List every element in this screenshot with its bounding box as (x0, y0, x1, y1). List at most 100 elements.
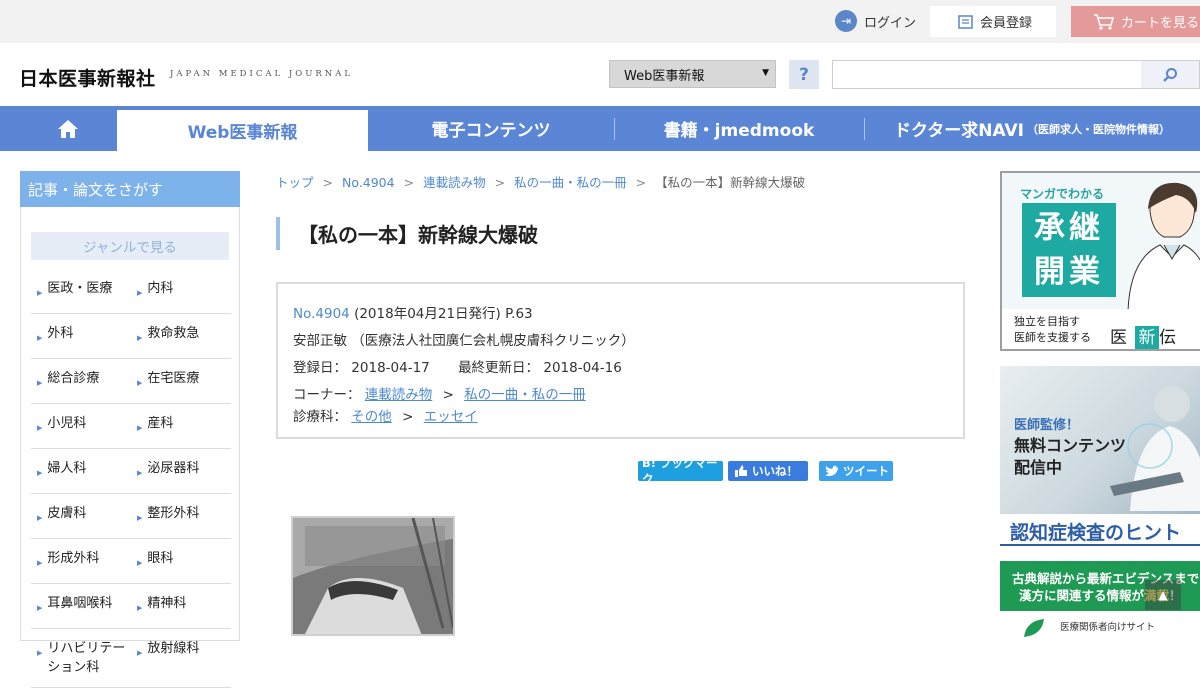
genre-row: ▶ 耳鼻咽喉科 ▶ 精神科 (31, 584, 231, 629)
ad1-line1: 独立を目指す (1014, 315, 1080, 328)
help-button[interactable]: ? (789, 60, 819, 89)
site-logo-subtitle: JAPAN MEDICAL JOURNAL (170, 69, 353, 79)
hatena-bookmark-button[interactable]: B! ブックマーク (638, 456, 723, 486)
genre-link[interactable]: ▶ 形成外科 (31, 539, 131, 583)
genre-row: ▶ 総合診療 ▶ 在宅医療 (31, 359, 231, 404)
facebook-like-label: いいね！ (752, 464, 798, 478)
department-link-essay[interactable]: エッセイ (424, 409, 478, 425)
ad1-brand: 医新伝 (1110, 326, 1184, 349)
genre-label: 泌尿器科 (147, 461, 200, 476)
nav-home[interactable] (19, 106, 117, 151)
triangle-right-icon: ▶ (37, 289, 43, 297)
genre-link[interactable]: ▶ 内科 (131, 269, 231, 313)
genre-label: 総合診療 (47, 371, 100, 386)
genre-link[interactable]: ▶ 耳鼻咽喉科 (31, 584, 131, 628)
nav-doctor-sub: （医師求人・医院物件情報） (1027, 122, 1171, 136)
doctor-illustration (1127, 182, 1200, 311)
genre-link[interactable]: ▶ 外科 (31, 314, 131, 358)
login-label: ログイン (864, 15, 917, 31)
breadcrumb-corner[interactable]: 私の一曲・私の一冊 (514, 175, 627, 190)
cart-icon (1094, 13, 1115, 30)
sidebar-heading: 記事・論文をさがす (20, 171, 240, 207)
corner-link-series[interactable]: 連載読み物 (365, 387, 433, 403)
author: 安部正敏 （医療法人社団廣仁会札幌皮膚科クリニック） (293, 333, 635, 349)
search-input[interactable] (832, 60, 1142, 89)
site-logo[interactable]: 日本医事新報社 (19, 64, 156, 91)
ad2-small: 医師監修！ (1014, 418, 1080, 433)
ad-dementia-test[interactable]: 医師監修！ 無料コンテンツ 配信中 認知症検査のヒント (1000, 366, 1200, 546)
genre-link[interactable]: ▶ 精神科 (131, 584, 231, 628)
twitter-bird-icon (825, 465, 838, 477)
genre-label: 眼科 (147, 551, 174, 566)
triangle-right-icon: ▶ (37, 559, 43, 567)
cart-button[interactable]: カートを見る (1071, 6, 1200, 37)
genre-link[interactable]: ▶ 医政・医療 (31, 269, 131, 313)
genre-row: ▶ 皮膚科 ▶ 整形外科 (31, 494, 231, 539)
triangle-right-icon: ▶ (137, 514, 143, 522)
genre-link[interactable]: ▶ 婦人科 (31, 449, 131, 493)
genre-link[interactable]: ▶ 小児科 (31, 404, 131, 448)
breadcrumb-issue[interactable]: No.4904 (342, 175, 395, 190)
member-register-button[interactable]: 会員登録 (930, 6, 1056, 37)
genre-link[interactable]: ▶ 皮膚科 (31, 494, 131, 538)
genre-row: ▶ 小児科 ▶ 産科 (31, 404, 231, 449)
department-link-other[interactable]: その他 (351, 409, 392, 425)
issue-meta: (2018年04月21日発行) P.63 (354, 306, 533, 322)
genre-link[interactable]: ▶ リハビリテーション科 (31, 629, 131, 687)
genre-button[interactable]: ジャンルで見る (31, 232, 229, 260)
back-to-top-button[interactable]: ▲ (1145, 580, 1181, 610)
nav-books[interactable]: 書籍・jmedmook (614, 106, 864, 151)
registered-date: 2018-04-17 (351, 360, 430, 376)
ad3-footer: 医療関係者向けサイト (1000, 611, 1200, 641)
genre-link[interactable]: ▶ 眼科 (131, 539, 231, 583)
department-label: 診療科： (293, 409, 347, 425)
corner-label: コーナー： (293, 387, 361, 403)
tweet-button[interactable]: ツイート (819, 461, 893, 481)
registered-label: 登録日： (293, 360, 347, 376)
genre-label: 救命救急 (147, 326, 200, 341)
genre-link[interactable]: ▶ 救命救急 (131, 314, 231, 358)
chevron-up-icon: ▲ (1158, 588, 1168, 602)
genre-label: 小児科 (47, 416, 87, 431)
cart-label: カートを見る (1121, 16, 1200, 31)
nav-econtents[interactable]: 電子コンテンツ (368, 106, 614, 151)
corner-link-music-book[interactable]: 私の一曲・私の一冊 (464, 387, 586, 403)
ad1-footer: 独立を目指す 医師を支援する 医新伝 (1002, 309, 1200, 349)
genre-label: 外科 (47, 326, 74, 341)
home-icon (58, 119, 78, 138)
site-select[interactable]: Web医事新報 ▼ (609, 60, 776, 88)
genre-link[interactable]: ▶ 在宅医療 (131, 359, 231, 403)
genre-link[interactable]: ▶ 泌尿器科 (131, 449, 231, 493)
nav-doctor-navi[interactable]: ドクター求NAVI （医師求人・医院物件情報） (864, 106, 1200, 151)
genre-link[interactable]: ▶ 総合診療 (31, 359, 131, 403)
triangle-right-icon: ▶ (37, 424, 43, 432)
triangle-right-icon: ▶ (37, 514, 43, 522)
nav-web-ijishinpo[interactable]: Web医事新報 (117, 110, 368, 151)
triangle-right-icon: ▶ (137, 469, 143, 477)
login-link[interactable]: ⇥ ログイン (835, 9, 916, 33)
genre-link[interactable]: ▶ 放射線科 (131, 629, 231, 687)
genre-link[interactable]: ▶ 整形外科 (131, 494, 231, 538)
ad1-title: マンガでわかる (1020, 187, 1105, 201)
triangle-right-icon: ▶ (137, 334, 143, 342)
search-button[interactable] (1141, 60, 1200, 89)
triangle-right-icon: ▶ (137, 379, 143, 387)
triangle-right-icon: ▶ (137, 649, 143, 657)
genre-label: 整形外科 (147, 506, 200, 521)
genre-label: 形成外科 (47, 551, 100, 566)
ad-succession-manga[interactable]: マンガでわかる 承継開業 独立を目指す 医師を支援する 医新伝 (1000, 171, 1200, 351)
genre-label: 精神科 (147, 596, 187, 611)
ad1-line2: 医師を支援する (1014, 331, 1091, 344)
triangle-right-icon: ▶ (137, 424, 143, 432)
breadcrumb-series[interactable]: 連載読み物 (423, 175, 486, 190)
breadcrumb-top[interactable]: トップ (276, 175, 314, 190)
issue-link[interactable]: No.4904 (293, 306, 350, 322)
register-card-icon (958, 14, 973, 29)
genre-label: 医政・医療 (47, 281, 113, 296)
page-title: 【私の一本】新幹線大爆破 (298, 223, 538, 247)
tweet-label: ツイート (843, 464, 889, 478)
facebook-like-button[interactable]: いいね！ (728, 461, 808, 481)
genre-label: 産科 (147, 416, 174, 431)
genre-link[interactable]: ▶ 産科 (131, 404, 231, 448)
ad2-line1: 無料コンテンツ (1014, 436, 1127, 455)
